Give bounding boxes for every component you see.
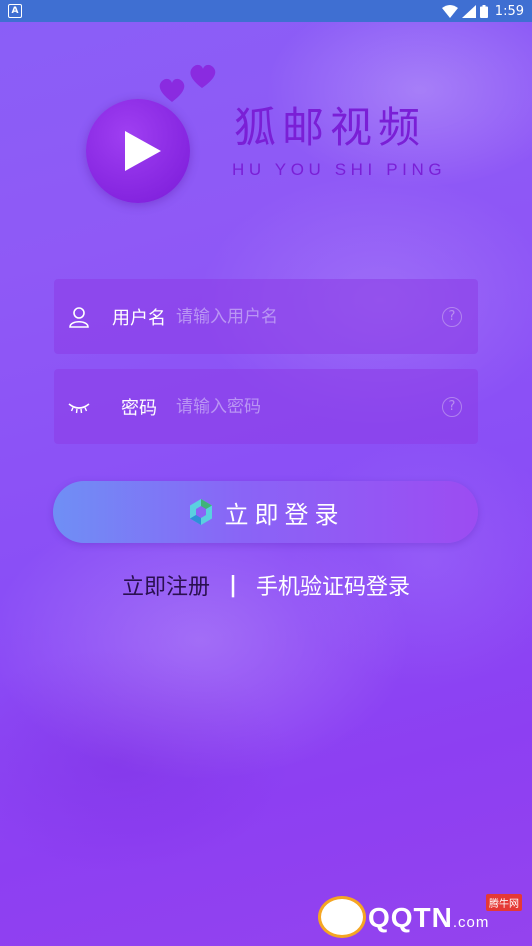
login-button[interactable]: 立即登录: [53, 481, 478, 543]
password-help-icon[interactable]: ?: [442, 396, 462, 417]
user-icon: [69, 306, 89, 328]
login-logo-icon: [189, 499, 212, 525]
username-input[interactable]: [174, 306, 442, 327]
battery-icon: [479, 4, 488, 18]
sms-login-link[interactable]: 手机验证码登录: [256, 569, 410, 601]
hearts-icon: [159, 64, 216, 102]
username-help-icon[interactable]: ?: [442, 306, 462, 327]
login-button-label: 立即登录: [224, 500, 345, 529]
eye-closed-icon[interactable]: [67, 400, 91, 414]
eye-icon-wrap[interactable]: [54, 400, 104, 414]
user-icon-wrap: [54, 306, 104, 328]
watermark-suffix: .com: [452, 914, 490, 931]
password-input[interactable]: [174, 396, 442, 417]
username-field: 用户名 ?: [54, 279, 478, 354]
status-bar: A 1:59: [0, 0, 532, 22]
watermark-tag: 腾牛网: [486, 894, 522, 911]
signal-icon: [461, 4, 476, 18]
username-label: 用户名: [112, 307, 166, 329]
link-separator: |: [228, 572, 238, 598]
app-notification-icon: A: [8, 4, 22, 18]
app-logo: [86, 99, 190, 203]
password-field: 密码 ?: [54, 369, 478, 444]
app-subtitle: HU YOU SHI PING: [232, 160, 447, 179]
auth-links: 立即注册 | 手机验证码登录: [0, 569, 532, 601]
watermark-brand-text: QQTN: [368, 902, 453, 933]
play-icon: [125, 131, 161, 171]
password-label: 密码: [121, 397, 157, 419]
app-name: 狐邮视频: [234, 103, 427, 152]
watermark: QQTN.com 腾牛网: [318, 894, 524, 940]
register-link[interactable]: 立即注册: [122, 569, 210, 601]
status-time: 1:59: [494, 3, 524, 19]
watermark-brand: QQTN.com: [368, 902, 489, 934]
wifi-icon: [441, 4, 458, 18]
watermark-logo: [318, 896, 366, 938]
